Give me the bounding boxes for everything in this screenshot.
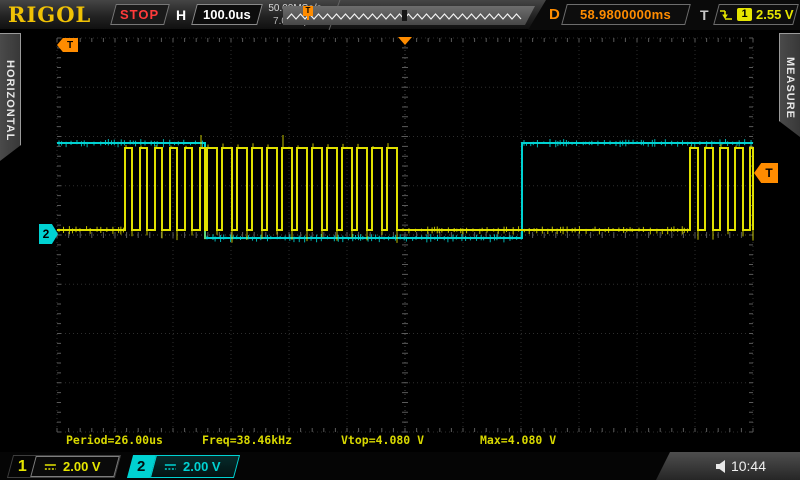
graticule [0, 0, 800, 480]
measurement-vtop: Vtop=4.080 V [341, 433, 424, 447]
oscilloscope-screen: RIGOL STOP H 100.0us 50.00MSa/s 7.00M pt… [0, 0, 800, 480]
measurement-period: Period=26.00us [66, 433, 163, 447]
measurements-row: Period=26.00us Freq=38.46kHz Vtop=4.080 … [0, 433, 800, 448]
channel2-scale: 2.00 V [183, 459, 221, 474]
dc-coupling-icon [164, 462, 177, 472]
clock-area: 10:44 [656, 452, 800, 480]
delay-value: 58.9800000ms [580, 7, 671, 22]
speaker-icon [716, 460, 727, 473]
trigger-readout[interactable]: 1 2.55 V [713, 4, 799, 25]
measurement-freq: Freq=38.46kHz [202, 433, 292, 447]
channel1-number: 1 [18, 458, 27, 476]
falling-edge-icon [719, 8, 733, 22]
channel1-scale: 2.00 V [63, 459, 101, 474]
trigger-level-value: 2.55 V [756, 7, 794, 22]
delay-label: D [549, 6, 560, 23]
channel1-status[interactable]: 1 2.00 V [7, 455, 121, 478]
trigger-source-badge: 1 [737, 8, 752, 21]
dc-coupling-icon [44, 462, 57, 472]
channel2-status[interactable]: 2 2.00 V [127, 455, 240, 478]
clock: 10:44 [731, 458, 766, 474]
measurement-max: Max=4.080 V [480, 433, 556, 447]
channel2-number: 2 [137, 458, 145, 475]
delay-readout[interactable]: 58.9800000ms [561, 4, 691, 25]
bottom-status-bar: 10:44 1 2.00 V 2 2.00 V [0, 452, 800, 480]
trigger-label: T [700, 7, 709, 23]
